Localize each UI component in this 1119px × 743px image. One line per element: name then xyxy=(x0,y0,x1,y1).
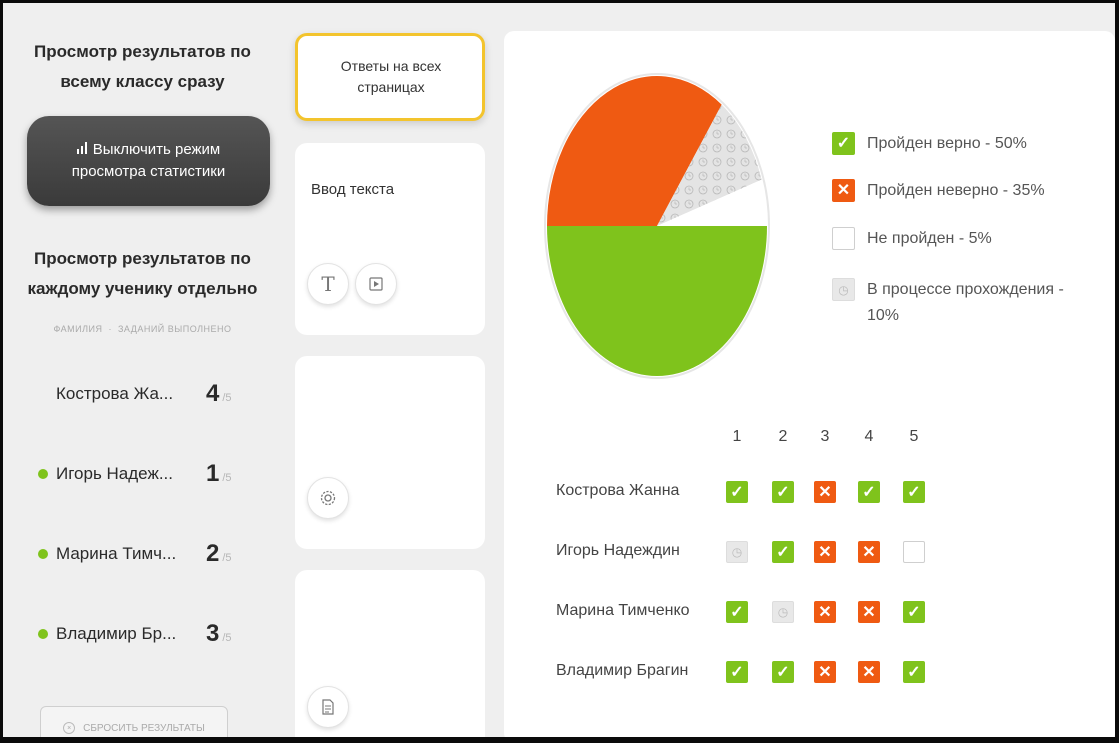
app-window: Просмотр результатов по всему классу сра… xyxy=(0,0,1119,743)
sidebar: Просмотр результатов по всему классу сра… xyxy=(10,13,275,737)
student-row[interactable]: Кострова Жа... 4/5 xyxy=(10,374,275,414)
online-status-dot xyxy=(38,389,48,399)
cross-icon: ✕ xyxy=(858,601,880,623)
card-all-answers-label: Ответы на всех страницах xyxy=(340,58,442,95)
check-icon: ✓ xyxy=(726,661,748,683)
cross-icon: ✕ xyxy=(814,541,836,563)
check-icon: ✓ xyxy=(903,481,925,503)
task-column-header: 1 xyxy=(732,428,742,445)
result-student-name: Игорь Надеждин xyxy=(556,542,680,559)
card-text-input[interactable]: Ввод текста T xyxy=(295,143,485,335)
pie-slice xyxy=(547,226,767,376)
student-total: /5 xyxy=(222,552,232,564)
check-icon: ✓ xyxy=(772,481,794,503)
card-all-answers[interactable]: Ответы на всех страницах xyxy=(295,33,485,121)
legend-incorrect: ✕ Пройден неверно - 35% xyxy=(832,178,1045,204)
student-name: Кострова Жа... xyxy=(56,384,174,403)
column-headers: ФАМИЛИЯ · ЗАДАНИЙ ВЫПОЛНЕНО xyxy=(53,324,232,334)
cross-icon: ✕ xyxy=(858,661,880,683)
check-icon: ✓ xyxy=(832,132,855,155)
reset-results-label: СБРОСИТЬ РЕЗУЛЬТАТЫ xyxy=(83,722,205,734)
card-document[interactable] xyxy=(295,570,485,737)
student-row[interactable]: Марина Тимч... 2/5 xyxy=(10,534,275,574)
online-status-dot xyxy=(38,629,48,639)
task-column-header: 3 xyxy=(820,428,830,445)
legend-not-passed-label: Не пройден - 5% xyxy=(867,230,992,247)
student-name: Игорь Надеж... xyxy=(56,464,173,483)
student-total: /5 xyxy=(222,392,232,404)
result-student-name: Кострова Жанна xyxy=(556,482,680,499)
card-text-input-label: Ввод текста xyxy=(311,181,395,198)
cross-icon: ✕ xyxy=(814,481,836,503)
document-icon[interactable] xyxy=(307,686,349,728)
check-icon: ✓ xyxy=(903,661,925,683)
student-row[interactable]: Игорь Надеж... 1/5 xyxy=(10,454,275,494)
student-total: /5 xyxy=(222,632,232,644)
empty-box-icon xyxy=(903,541,925,563)
student-row[interactable]: Владимир Бр... 3/5 xyxy=(10,614,275,654)
heading-student-results: Просмотр результатов по каждому ученику … xyxy=(27,249,258,298)
cross-icon: ✕ xyxy=(832,179,855,202)
bar-chart-icon xyxy=(76,142,87,154)
clock-icon: ◷ xyxy=(772,601,794,623)
video-icon[interactable] xyxy=(355,263,397,305)
toggle-statistics-button[interactable]: Выключить режим просмотра статистики xyxy=(27,116,270,206)
task-column-header: 5 xyxy=(909,428,919,445)
task-column-header: 4 xyxy=(864,428,874,445)
student-name: Владимир Бр... xyxy=(56,624,177,643)
cross-icon: ✕ xyxy=(814,601,836,623)
legend-not-passed: Не пройден - 5% xyxy=(832,226,992,252)
col-surname: ФАМИЛИЯ xyxy=(53,324,103,334)
result-student-name: Владимир Брагин xyxy=(556,662,689,679)
empty-box-icon xyxy=(832,227,855,250)
cross-icon: ✕ xyxy=(814,661,836,683)
toggle-statistics-label: Выключить режим просмотра статистики xyxy=(71,141,226,180)
card-settings[interactable] xyxy=(295,356,485,549)
student-score: 3 xyxy=(206,620,220,647)
text-icon[interactable]: T xyxy=(307,263,349,305)
clock-icon: ◷ xyxy=(726,541,748,563)
heading-class-results: Просмотр результатов по всему классу сра… xyxy=(34,42,251,91)
legend-incorrect-label: Пройден неверно - 35% xyxy=(867,182,1045,199)
check-icon: ✓ xyxy=(726,481,748,503)
reset-icon: × xyxy=(63,722,76,734)
results-pie-chart xyxy=(544,73,770,379)
check-icon: ✓ xyxy=(772,541,794,563)
student-name: Марина Тимч... xyxy=(56,544,177,563)
col-tasks-done: ЗАДАНИЙ ВЫПОЛНЕНО xyxy=(117,324,232,334)
legend-correct: ✓ Пройден верно - 50% xyxy=(832,131,1027,157)
student-total: /5 xyxy=(222,472,232,484)
clock-icon: ◷ xyxy=(832,278,855,301)
task-column-header: 2 xyxy=(778,428,788,445)
statistics-panel: ✓ Пройден верно - 50% ✕ Пройден неверно … xyxy=(504,31,1115,737)
student-score: 4 xyxy=(206,380,220,407)
legend-in-progress-label: В процессе прохождения - 10% xyxy=(867,281,1064,324)
reset-results-button[interactable]: × СБРОСИТЬ РЕЗУЛЬТАТЫ xyxy=(40,706,228,737)
check-icon: ✓ xyxy=(726,601,748,623)
gear-icon[interactable] xyxy=(307,477,349,519)
legend-in-progress: ◷ В процессе прохождения - 10% xyxy=(832,277,1072,329)
online-status-dot xyxy=(38,549,48,559)
student-score: 1 xyxy=(206,460,220,487)
check-icon: ✓ xyxy=(858,481,880,503)
legend-correct-label: Пройден верно - 50% xyxy=(867,135,1027,152)
cross-icon: ✕ xyxy=(858,541,880,563)
check-icon: ✓ xyxy=(772,661,794,683)
online-status-dot xyxy=(38,469,48,479)
check-icon: ✓ xyxy=(903,601,925,623)
result-student-name: Марина Тимченко xyxy=(556,602,690,619)
student-score: 2 xyxy=(206,540,220,567)
